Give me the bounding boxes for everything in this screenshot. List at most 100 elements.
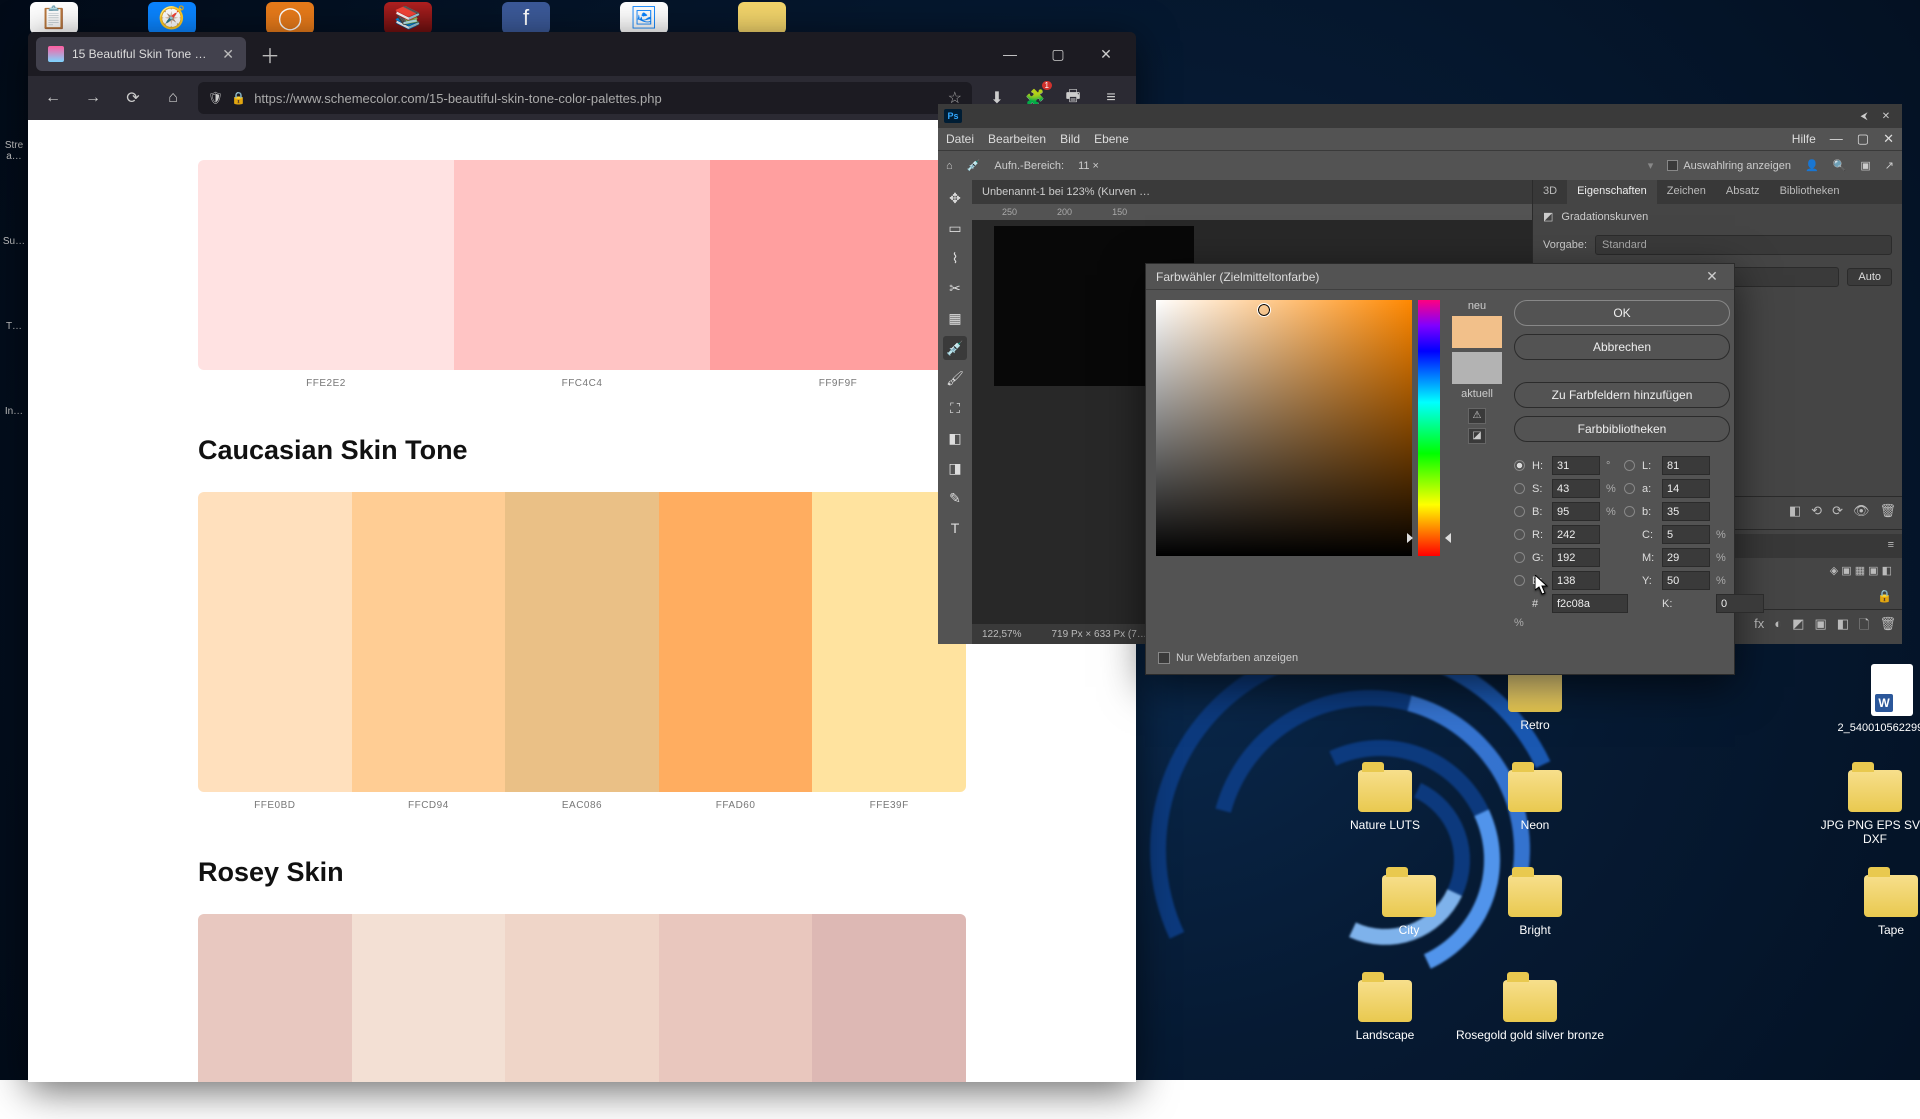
preset-dropdown[interactable]: Standard (1595, 235, 1892, 255)
radio-bb[interactable] (1514, 575, 1525, 586)
desktop-file[interactable]: 2_54001056229915… (1832, 664, 1920, 734)
swatch[interactable] (352, 914, 506, 1082)
taskbar-app-social[interactable]: f (502, 2, 550, 34)
browser-tab[interactable]: 15 Beautiful Skin Tone Color P… ✕ (36, 37, 246, 71)
taskbar-app-archive[interactable]: 📚 (384, 2, 432, 34)
g-input[interactable] (1552, 548, 1600, 567)
swatch[interactable] (198, 914, 352, 1082)
auto-button[interactable]: Auto (1847, 268, 1892, 286)
frame-tool[interactable]: ▦ (943, 306, 967, 330)
collapse-icon[interactable]: ⮜ (1854, 111, 1874, 122)
l-input[interactable] (1662, 456, 1710, 475)
ps-maximize-button[interactable]: ▢ (1857, 131, 1869, 147)
adjust-icon[interactable]: ◩ (1792, 616, 1804, 638)
forward-button[interactable]: → (78, 83, 108, 113)
desktop-folder-jpg[interactable]: JPG PNG EPS SVG DXF (1810, 770, 1920, 846)
swatch[interactable] (812, 914, 966, 1082)
reset-icon[interactable]: ⟳ (1832, 503, 1843, 519)
taskbar-app-explorer[interactable] (738, 2, 786, 34)
webonly-checkbox[interactable]: Nur Webfarben anzeigen (1158, 652, 1298, 664)
lasso-tool[interactable]: ⌇ (943, 246, 967, 270)
swatch[interactable] (352, 492, 506, 792)
radio-b[interactable] (1624, 506, 1635, 517)
tab-para[interactable]: Absatz (1716, 180, 1770, 204)
address-bar[interactable]: 🛡 🔒 https://www.schemecolor.com/15-beaut… (198, 82, 972, 114)
menu-image[interactable]: Bild (1060, 132, 1080, 146)
bv-input[interactable] (1552, 502, 1600, 521)
taskbar-app-audio[interactable]: ◯ (266, 2, 314, 34)
cancel-button[interactable]: Abbrechen (1514, 334, 1730, 360)
swatch[interactable] (710, 160, 966, 370)
group-icon[interactable]: ▣ (1814, 616, 1826, 638)
crop-tool[interactable]: ✂ (943, 276, 967, 300)
eraser-tool[interactable]: ◧ (943, 426, 967, 450)
zoom-value[interactable]: 122,57% (982, 629, 1021, 640)
color-marker[interactable] (1258, 304, 1270, 316)
gamut-warning-icon[interactable]: ⚠ (1468, 408, 1486, 424)
pen-tool[interactable]: ✎ (943, 486, 967, 510)
radio-s[interactable] (1514, 483, 1525, 494)
taskbar-app-browser[interactable]: 🧭 (148, 2, 196, 34)
a-input[interactable] (1662, 479, 1710, 498)
current-color-swatch[interactable] (1452, 352, 1502, 384)
marquee-tool[interactable]: ▭ (943, 216, 967, 240)
move-tool[interactable]: ✥ (943, 186, 967, 210)
tab-properties[interactable]: Eigenschaften (1567, 180, 1657, 204)
workspace-icon[interactable]: ▣ (1860, 159, 1870, 172)
home-button[interactable]: ⌂ (158, 83, 188, 113)
trash-icon[interactable]: 🗑 (1879, 503, 1896, 519)
radio-r[interactable] (1514, 529, 1525, 540)
y-input[interactable] (1662, 571, 1710, 590)
desktop-folder-bright[interactable]: Bright (1480, 875, 1590, 937)
ok-button[interactable]: OK (1514, 300, 1730, 326)
new-tab-button[interactable]: ＋ (254, 40, 286, 69)
close-button[interactable]: ✕ (1084, 39, 1128, 69)
home-icon[interactable]: ⌂ (946, 160, 953, 172)
tab-char[interactable]: Zeichen (1657, 180, 1716, 204)
swatch[interactable] (198, 160, 454, 370)
close-icon[interactable]: ✕ (1876, 111, 1896, 122)
stamp-tool[interactable]: ⛶ (943, 396, 967, 420)
eyedropper-tool[interactable]: 💉 (943, 336, 967, 360)
swatch[interactable] (454, 160, 710, 370)
mask-icon[interactable]: ◐ (1774, 616, 1782, 638)
r-input[interactable] (1552, 525, 1600, 544)
back-button[interactable]: ← (38, 83, 68, 113)
radio-a[interactable] (1624, 483, 1635, 494)
radio-l[interactable] (1624, 460, 1635, 471)
fx-icon[interactable]: fx (1754, 616, 1764, 638)
search-icon[interactable]: 🔍 (1833, 159, 1847, 172)
desktop-folder-city[interactable]: City (1354, 875, 1464, 937)
document-tab[interactable]: Unbenannt-1 bei 123% (Kurven … (972, 180, 1532, 204)
m-input[interactable] (1662, 548, 1710, 567)
desktop-folder-rosegold[interactable]: Rosegold gold silver bronze (1455, 980, 1605, 1042)
ps-close-button[interactable]: ✕ (1883, 131, 1894, 147)
tab-libs[interactable]: Bibliotheken (1770, 180, 1850, 204)
close-icon[interactable]: ✕ (1700, 268, 1724, 285)
menu-file[interactable]: Datei (946, 132, 974, 146)
radio-g[interactable] (1514, 552, 1525, 563)
radio-h[interactable] (1514, 460, 1525, 471)
ps-minimize-button[interactable]: — (1830, 131, 1843, 147)
taskbar-app-image[interactable]: 🖼 (620, 2, 668, 34)
radio-bv[interactable] (1514, 506, 1525, 517)
hex-input[interactable] (1552, 594, 1628, 613)
menu-edit[interactable]: Bearbeiten (988, 132, 1046, 146)
close-tab-icon[interactable]: ✕ (222, 46, 234, 63)
menu-layer[interactable]: Ebene (1094, 132, 1129, 146)
layer-icons[interactable]: ◈ ▣ ▦ ▣ ◧ (1830, 564, 1892, 577)
tab-3d[interactable]: 3D (1533, 180, 1567, 204)
reload-button[interactable]: ⟳ (118, 83, 148, 113)
hue-slider[interactable] (1418, 300, 1440, 556)
clip-icon[interactable]: ◧ (1789, 503, 1801, 519)
gradient-tool[interactable]: ◨ (943, 456, 967, 480)
visibility-icon[interactable]: 👁 (1853, 503, 1870, 519)
newlayer-icon[interactable]: ◧ (1837, 616, 1849, 638)
panel-menu-icon[interactable]: ≡ (1880, 534, 1902, 558)
share-icon[interactable]: ↗ (1885, 159, 1894, 172)
desktop-folder-landscape[interactable]: Landscape (1330, 980, 1440, 1042)
swatch[interactable] (505, 914, 659, 1082)
desktop-folder-retro[interactable]: Retro (1480, 670, 1590, 732)
search-icon[interactable]: 👤 (1805, 159, 1819, 172)
prev-icon[interactable]: ⟲ (1811, 503, 1822, 519)
